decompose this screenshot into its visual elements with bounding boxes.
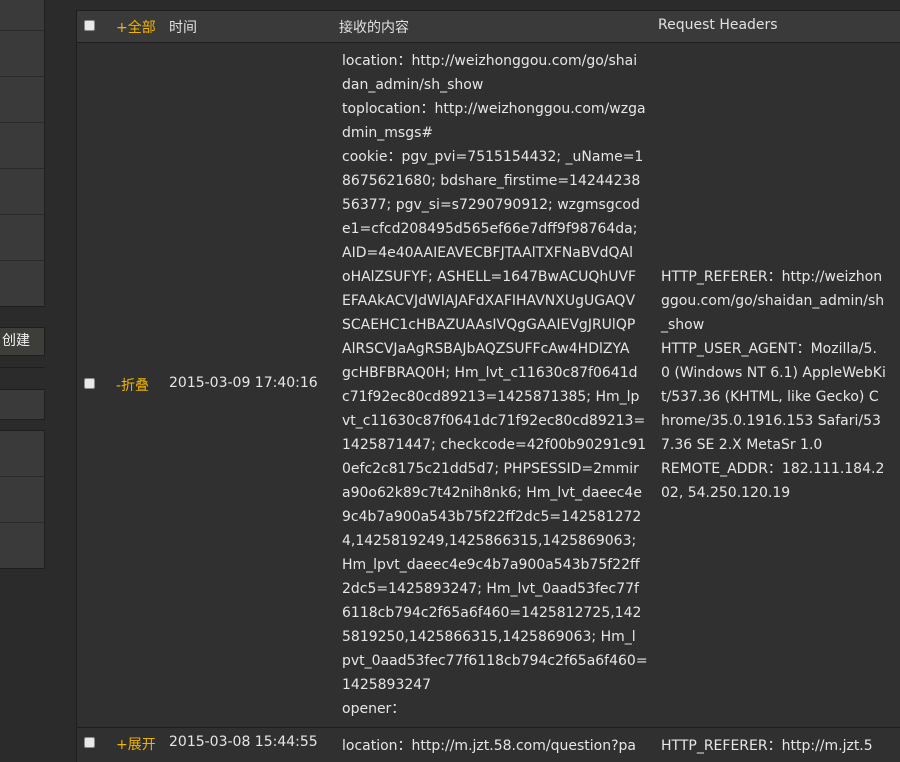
content-line: location：http://weizhonggou.com/go/shai (342, 53, 638, 69)
request-headers-content: HTTP_REFERER：http://weizhon ggou.com/go/s… (661, 265, 900, 505)
content-line: 5819250,1425866315,1425869063; Hm_l (342, 629, 636, 645)
column-header-request-headers: Request Headers (658, 17, 778, 33)
header-line: HTTP_REFERER：http://weizhon (661, 269, 883, 285)
header-line: t/537.36 (KHTML, like Gecko) C (661, 389, 879, 405)
sidebar-item[interactable] (0, 261, 44, 307)
content-line: c71f92ec80cd89213=1425871385; Hm_lp (342, 389, 640, 405)
sidebar-divider (0, 367, 45, 368)
content-line: gcHBFBRAQ0H; Hm_lvt_c11630c87f0641d (342, 365, 638, 381)
table-row: +展开 2015-03-08 15:44:55 location：http://… (77, 728, 900, 762)
sidebar-item[interactable] (0, 0, 44, 31)
header-line: hrome/35.0.1916.153 Safari/53 (661, 413, 881, 429)
content-line: oHAlZSUFYF; ASHELL=1647BwACUQhUVF (342, 269, 637, 285)
content-line: 1425893247 (342, 677, 432, 693)
content-line: 4,1425819249,1425866315,1425869063; (342, 533, 637, 549)
create-button[interactable]: 创建 (0, 327, 45, 356)
content-line: 0efc2c8175c21dd5d7; PHPSESSID=2mmir (342, 461, 639, 477)
table-header: +全部 时间 接收的内容 Request Headers (77, 11, 900, 43)
header-line: 7.36 SE 2.X MetaSr 1.0 (661, 437, 823, 453)
content-line: a90o62k89c7t42nih8nk6; Hm_lvt_daeec4e (342, 485, 642, 501)
content-line: AlRSCVJaAgRSBAJbAQZSUFFcAw4HDlZYA (342, 341, 630, 357)
messages-table: +全部 时间 接收的内容 Request Headers -折叠 2015-03… (76, 10, 900, 762)
header-line: REMOTE_ADDR：182.111.184.2 (661, 461, 885, 477)
content-line: SCAEHC1cHBAZUAAsIVQgGAAIEVgJRUlQP (342, 317, 636, 333)
row-checkbox[interactable] (84, 378, 95, 389)
select-all-checkbox[interactable] (84, 20, 95, 31)
content-line: pvt_0aad53fec77f6118cb794c2f65a6f460= (342, 653, 648, 669)
content-line: vt_c11630c87f0641dc71f92ec80cd89213= (342, 413, 646, 429)
received-content: location：http://weizhonggou.com/go/shai d… (342, 49, 658, 721)
column-header-time: 时间 (169, 20, 197, 36)
table-row: -折叠 2015-03-09 17:40:16 location：http://… (77, 43, 900, 728)
expand-all-toggle[interactable]: +全部 (116, 17, 156, 37)
content-line: 1425871447; checkcode=42f00b90291c91 (342, 437, 647, 453)
content-line: dan_admin/sh_show (342, 77, 484, 93)
header-line: HTTP_USER_AGENT：Mozilla/5. (661, 341, 877, 357)
header-line: ggou.com/go/shaidan_admin/sh (661, 293, 885, 309)
sidebar-item[interactable] (0, 431, 44, 477)
received-content-preview: location：http://m.jzt.58.com/question?pa (342, 738, 636, 754)
content-line: cookie：pgv_pvi=7515154432; _uName=1 (342, 149, 644, 165)
content-line: 6118cb794c2f65a6f460=1425812725,142 (342, 605, 642, 621)
sidebar-menu-top (0, 0, 45, 307)
sidebar-input[interactable] (0, 389, 45, 420)
sidebar-item[interactable] (0, 77, 44, 123)
sidebar: 创建 (0, 0, 46, 762)
expand-toggle[interactable]: +展开 (116, 734, 156, 754)
content-line: 2dc5=1425893247; Hm_lvt_0aad53fec77f (342, 581, 639, 597)
content-line: EFAAkACVJdWlAJAFdXAFIHAVNXUgUGAQV (342, 293, 636, 309)
content-line: AID=4e40AAIEAVECBFJTAAlTXFNaBVdQAl (342, 245, 634, 261)
sidebar-item[interactable] (0, 215, 44, 261)
content-line: dmin_msgs# (342, 125, 434, 141)
content-line: Hm_lpvt_daeec4e9c4b7a900a543b75f22ff (342, 557, 640, 573)
sidebar-item[interactable] (0, 31, 44, 77)
content-line: 9c4b7a900a543b75f22ff2dc5=142581272 (342, 509, 642, 525)
row-time: 2015-03-09 17:40:16 (169, 375, 318, 391)
row-checkbox[interactable] (84, 737, 95, 748)
content-line: 56377; pgv_si=s7290790912; wzgmsgcod (342, 197, 640, 213)
content-line: e1=cfcd208495d565ef66e7dff9f98764da; (342, 221, 638, 237)
sidebar-item[interactable] (0, 169, 44, 215)
page: 创建 +全部 时间 接收的内容 Request Headers -折叠 2015… (0, 0, 900, 762)
sidebar-item[interactable] (0, 477, 44, 523)
header-line: 0 (Windows NT 6.1) AppleWebKi (661, 365, 886, 381)
request-headers-preview: HTTP_REFERER：http://m.jzt.5 (661, 738, 873, 754)
sidebar-item[interactable] (0, 523, 44, 569)
column-header-received: 接收的内容 (339, 20, 409, 36)
sidebar-menu-bottom (0, 430, 45, 569)
content-line: toplocation：http://weizhonggou.com/wzga (342, 101, 646, 117)
header-line: 02, 54.250.120.19 (661, 485, 791, 501)
content-line: 8675621680; bdshare_firstime=14244238 (342, 173, 641, 189)
content-line: opener： (342, 701, 406, 717)
collapse-toggle[interactable]: -折叠 (116, 375, 149, 395)
row-time: 2015-03-08 15:44:55 (169, 734, 318, 750)
sidebar-item[interactable] (0, 123, 44, 169)
header-line: _show (661, 317, 705, 333)
